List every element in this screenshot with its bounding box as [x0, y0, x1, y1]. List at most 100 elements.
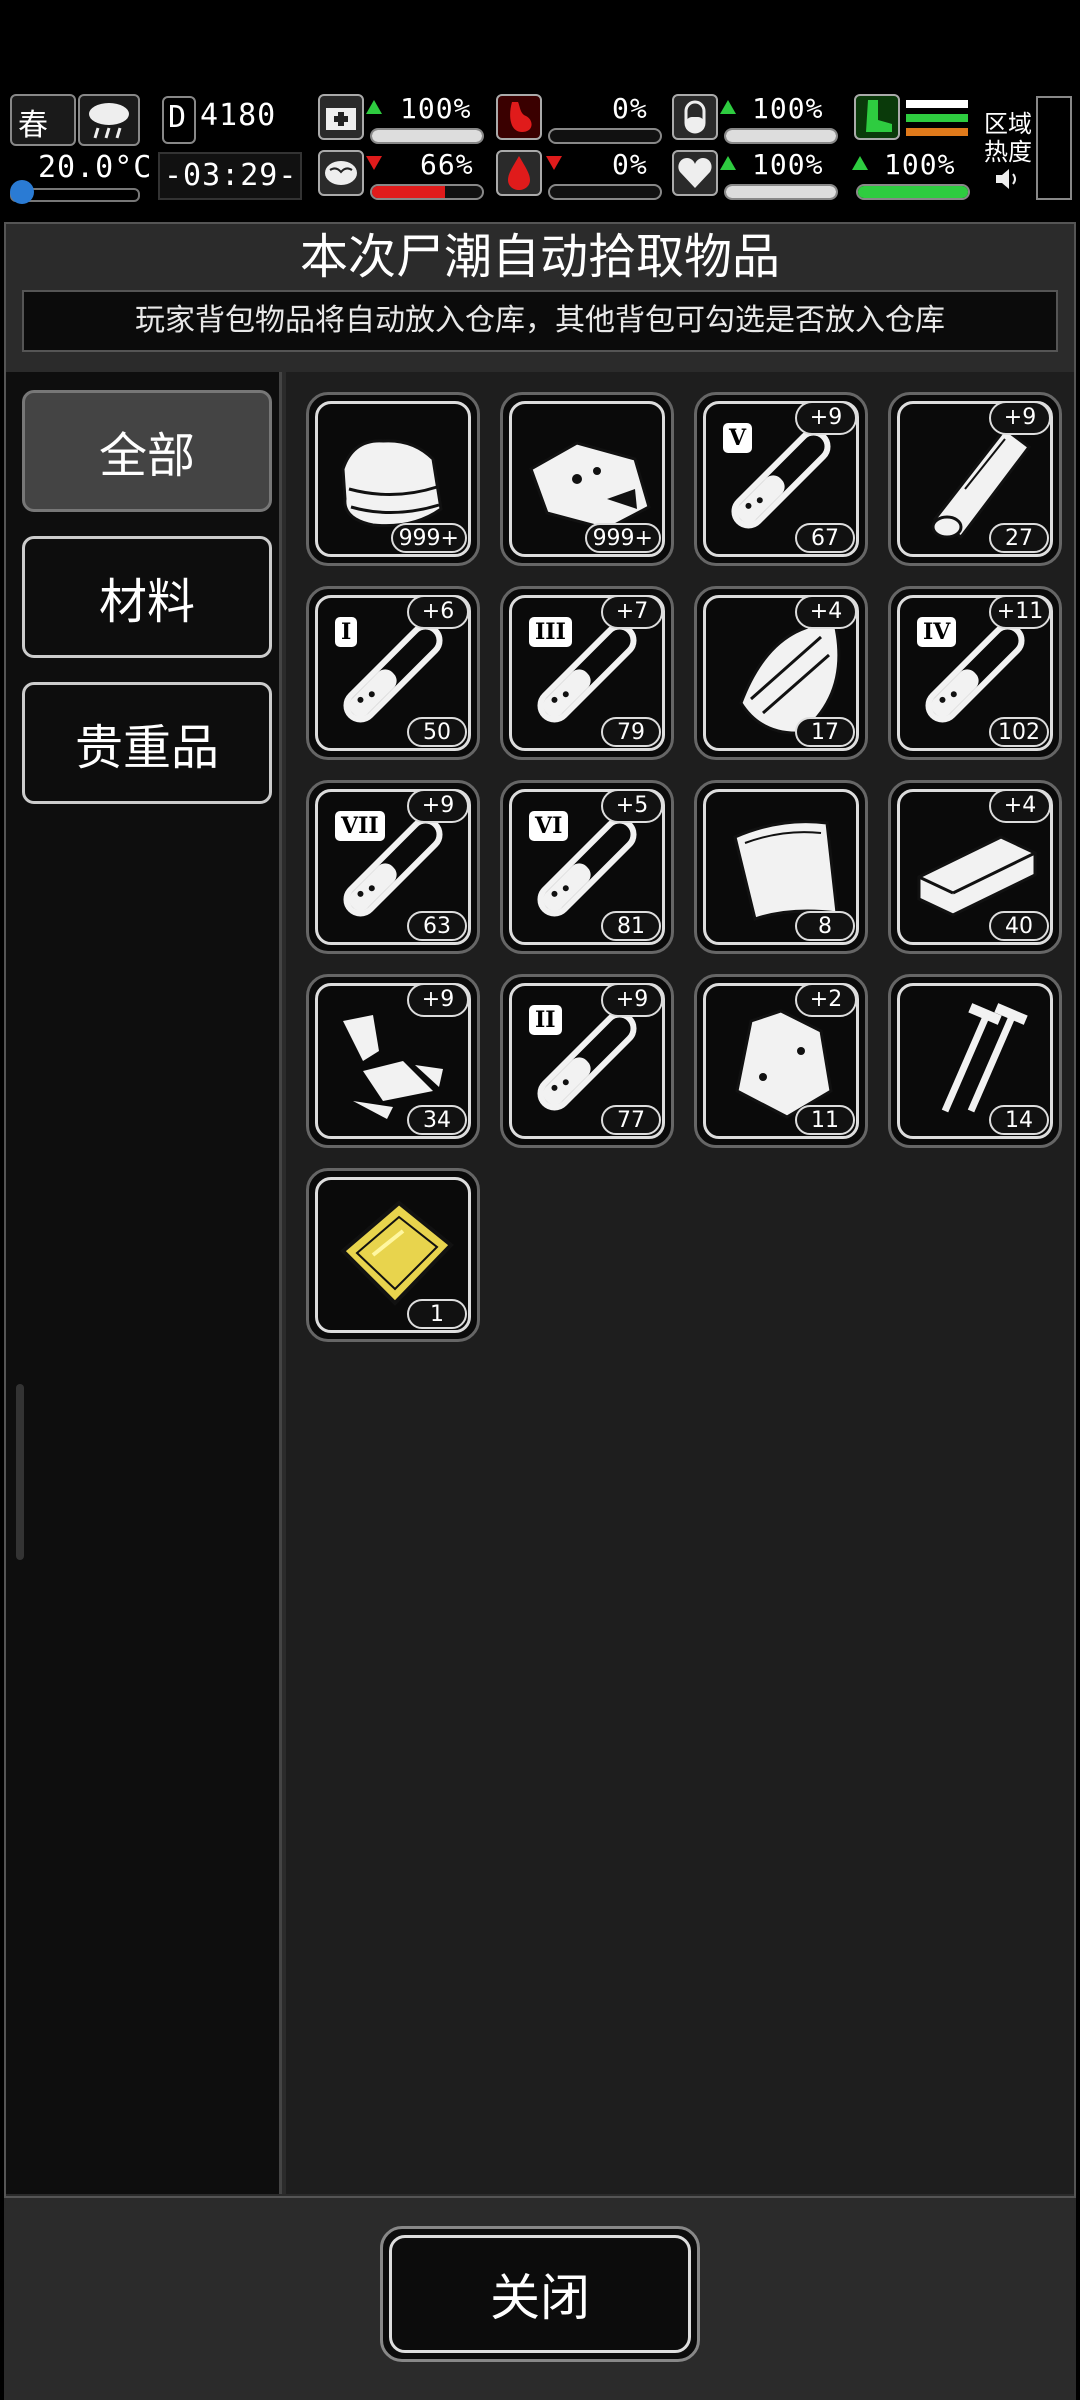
zone-label-2: 热度	[984, 138, 1032, 166]
item-bonus-badge: +7	[601, 595, 663, 629]
item-slot[interactable]: VI +5 81	[500, 780, 674, 954]
hunger-bar	[548, 128, 662, 144]
sanity-bar	[370, 184, 484, 200]
item-slot[interactable]: 999+	[306, 392, 480, 566]
money-value: 4180	[200, 98, 277, 133]
item-bonus-badge: +2	[795, 983, 857, 1017]
stomach-icon	[496, 94, 542, 140]
item-slot[interactable]: II +9 77	[500, 974, 674, 1148]
dialog-subtitle: 玩家背包物品将自动放入仓库，其他背包可勾选是否放入仓库	[135, 303, 945, 338]
item-count-badge: 1	[407, 1299, 467, 1329]
tube-tier-label: III	[529, 617, 572, 647]
item-count-badge: 8	[795, 911, 855, 941]
health-up-arrow	[366, 100, 382, 114]
item-slot[interactable]: +4 17	[694, 586, 868, 760]
item-slot[interactable]: VII +9 63	[306, 780, 480, 954]
item-count-badge: 81	[601, 911, 661, 941]
clock-box: -03:29-	[158, 152, 302, 200]
item-bonus-badge: +9	[407, 983, 469, 1017]
item-count-badge: 14	[989, 1105, 1049, 1135]
tab-all[interactable]: 全部	[22, 390, 272, 512]
sanity-down-arrow	[366, 156, 382, 170]
mood-value: 100%	[752, 148, 824, 181]
status-hud: 春 20.0°C D 4180 -03:29- 100% 0% 100% 66%…	[0, 88, 1080, 208]
tube-tier-label: VI	[529, 811, 569, 841]
item-count-badge: 50	[407, 717, 467, 747]
temperature-value: 20.0°C	[38, 150, 153, 185]
item-slot[interactable]: 999+	[500, 392, 674, 566]
thirst-bar	[724, 128, 838, 144]
item-count-badge: 11	[795, 1105, 855, 1135]
item-slot[interactable]: +9 27	[888, 392, 1062, 566]
stamina-value: 100%	[884, 148, 956, 181]
item-slot[interactable]: V +9 67	[694, 392, 868, 566]
tab-valuables[interactable]: 贵重品	[22, 682, 272, 804]
tube-tier-label: IV	[917, 617, 957, 647]
tab-valuables-label: 贵重品	[74, 720, 219, 776]
brain-icon	[318, 150, 364, 196]
weather-rain-icon	[78, 94, 140, 146]
season-label: 春	[18, 108, 48, 143]
item-slot[interactable]: III +7 79	[500, 586, 674, 760]
item-count-badge: 999+	[584, 523, 661, 553]
tube-tier-label: II	[529, 1005, 562, 1035]
item-count-badge: 67	[795, 523, 855, 553]
stamina-up-arrow	[852, 156, 868, 170]
bleeding-value: 0%	[612, 148, 648, 181]
heart-icon	[672, 150, 718, 196]
mood-up-arrow	[720, 156, 736, 170]
item-bonus-badge: +4	[989, 789, 1051, 823]
time-value: -03:29-	[164, 158, 298, 193]
category-sidebar: 全部 材料 贵重品	[6, 372, 282, 2194]
thirst-up-arrow	[720, 100, 736, 114]
item-count-badge: 40	[989, 911, 1049, 941]
item-count-badge: 79	[601, 717, 661, 747]
item-slot[interactable]: 8	[694, 780, 868, 954]
boot-icon	[854, 94, 900, 140]
item-slot[interactable]: 14	[888, 974, 1062, 1148]
close-button-label[interactable]: 关闭	[389, 2235, 691, 2353]
item-count-badge: 999+	[390, 523, 467, 553]
currency-icon: D	[162, 96, 196, 144]
item-count-badge: 63	[407, 911, 467, 941]
health-value: 100%	[400, 92, 472, 125]
tab-materials-label: 材料	[98, 574, 195, 630]
item-count-badge: 102	[989, 717, 1049, 747]
item-bonus-badge: +9	[407, 789, 469, 823]
sidebar-scrollbar[interactable]	[16, 1384, 24, 1560]
thirst-value: 100%	[752, 92, 824, 125]
stamina-level-green	[906, 114, 968, 122]
item-slot[interactable]: +2 11	[694, 974, 868, 1148]
item-bonus-badge: +6	[407, 595, 469, 629]
dialog-title: 本次尸潮自动拾取物品	[299, 229, 780, 285]
item-count-badge: 34	[407, 1105, 467, 1135]
thermometer-icon	[10, 180, 34, 204]
health-kit-icon	[318, 94, 364, 140]
item-slot[interactable]: IV +11 102	[888, 586, 1062, 760]
item-slot[interactable]: 1	[306, 1168, 480, 1342]
tube-tier-label: VII	[335, 811, 385, 841]
tube-tier-label: I	[335, 617, 358, 647]
item-count-badge: 77	[601, 1105, 661, 1135]
tab-all-label: 全部	[98, 428, 195, 484]
tab-materials[interactable]: 材料	[22, 536, 272, 658]
season-box: 春	[10, 94, 76, 146]
stamina-level-white	[906, 100, 968, 108]
item-bonus-badge: +9	[795, 401, 857, 435]
bleeding-bar	[548, 184, 662, 200]
item-bonus-badge: +4	[795, 595, 857, 629]
item-bonus-badge: +9	[601, 983, 663, 1017]
sanity-value: 66%	[420, 148, 474, 181]
hunger-value: 0%	[612, 92, 648, 125]
item-count-badge: 27	[989, 523, 1049, 553]
item-slot[interactable]: +9 34	[306, 974, 480, 1148]
mood-bar	[724, 184, 838, 200]
item-count-badge: 17	[795, 717, 855, 747]
capsule-icon	[672, 94, 718, 140]
item-slot[interactable]: +4 40	[888, 780, 1062, 954]
item-slot[interactable]: I +6 50	[306, 586, 480, 760]
stamina-bar	[856, 184, 970, 200]
blood-drop-icon	[496, 150, 542, 196]
speaker-icon[interactable]	[992, 164, 1022, 194]
item-grid: 999+ 999+ V +9 67 +9 27 I +6 50 III +7 79 +4 17 IV +11 10…	[286, 372, 1074, 2194]
